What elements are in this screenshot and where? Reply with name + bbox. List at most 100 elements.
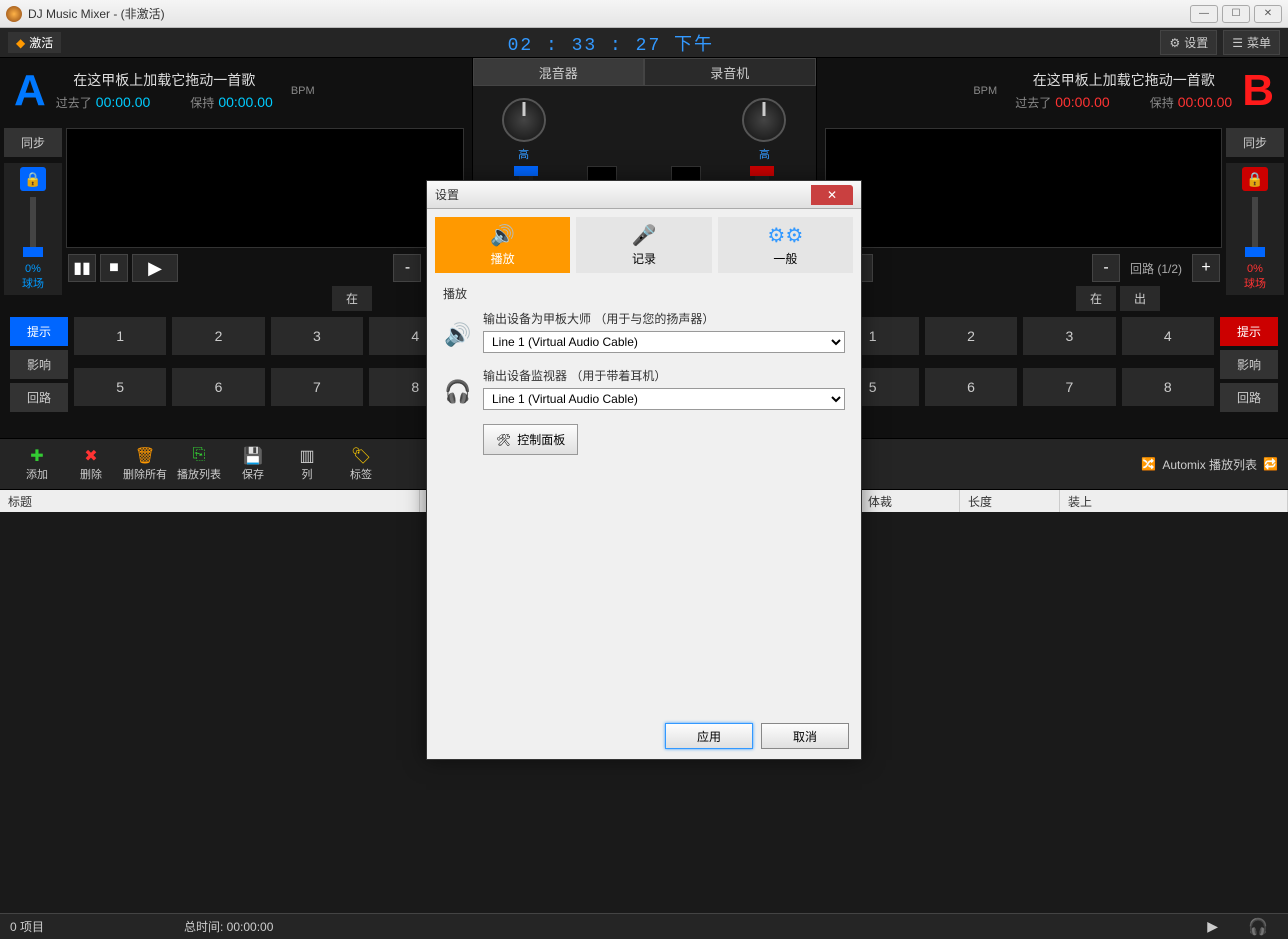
cue-6[interactable]: 6 bbox=[172, 368, 264, 406]
col-length[interactable]: 长度 bbox=[960, 490, 1060, 512]
lock-icon[interactable]: 🔒 bbox=[1242, 167, 1268, 191]
cue-b-4[interactable]: 4 bbox=[1122, 317, 1214, 355]
minimize-button[interactable]: — bbox=[1190, 5, 1218, 23]
deck-b-hint[interactable]: 提示 bbox=[1220, 317, 1278, 346]
add-button[interactable]: ✚添加 bbox=[10, 446, 64, 482]
save-button[interactable]: 💾保存 bbox=[226, 446, 280, 482]
maximize-button[interactable]: ☐ bbox=[1222, 5, 1250, 23]
menu-button[interactable]: ☰ 菜单 bbox=[1223, 30, 1280, 55]
deck-a-waveform[interactable] bbox=[66, 128, 464, 248]
playlist-button[interactable]: ⎘播放列表 bbox=[172, 446, 226, 482]
deck-a-hint[interactable]: 提示 bbox=[10, 317, 68, 346]
automix-button[interactable]: 🔀 Automix 播放列表 🔁 bbox=[1141, 456, 1278, 473]
deck-a-loop-minus[interactable]: - bbox=[393, 254, 421, 282]
deck-a-elapsed: 00:00.00 bbox=[96, 94, 151, 110]
clock-display: 02 : 33 : 27 下午 bbox=[61, 30, 1160, 56]
activate-button[interactable]: ◆ 激活 bbox=[8, 32, 61, 53]
apply-button[interactable]: 应用 bbox=[665, 723, 753, 749]
cue-b-8[interactable]: 8 bbox=[1122, 368, 1214, 406]
deck-a-fx[interactable]: 影响 bbox=[10, 350, 68, 379]
col-genre[interactable]: 体裁 bbox=[860, 490, 960, 512]
deck-a-remain: 00:00.00 bbox=[218, 94, 273, 110]
status-play[interactable]: ▶ bbox=[1187, 918, 1238, 935]
deck-b-loop-minus[interactable]: - bbox=[1092, 254, 1120, 282]
mixer-tab[interactable]: 混音器 bbox=[473, 58, 645, 86]
headphones-icon[interactable]: 🎧 bbox=[1238, 917, 1278, 937]
col-title[interactable]: 标题 bbox=[0, 490, 420, 512]
deck-a-play[interactable]: ▶ bbox=[132, 254, 178, 282]
tag-button[interactable]: 🏷标签 bbox=[334, 446, 388, 482]
cue-5[interactable]: 5 bbox=[74, 368, 166, 406]
delete-all-button[interactable]: 🗑删除所有 bbox=[118, 446, 172, 482]
window-titlebar: DJ Music Mixer - (非激活) — ☐ ✕ bbox=[0, 0, 1288, 28]
control-panel-button[interactable]: 🛠 控制面板 bbox=[483, 424, 578, 455]
delete-button[interactable]: ✖删除 bbox=[64, 446, 118, 482]
deck-a-in[interactable]: 在 bbox=[332, 286, 372, 311]
col-load[interactable]: 装上 bbox=[1060, 490, 1288, 512]
tools-icon: 🛠 bbox=[496, 433, 511, 447]
window-title: DJ Music Mixer - (非激活) bbox=[28, 5, 1190, 22]
deck-b-in[interactable]: 在 bbox=[1076, 286, 1116, 311]
deck-a-stop[interactable]: ■ bbox=[100, 254, 128, 282]
speaker-icon: 🔊 bbox=[443, 322, 473, 348]
cue-b-3[interactable]: 3 bbox=[1023, 317, 1115, 355]
menu-icon: ☰ bbox=[1232, 36, 1243, 50]
deck-a: A 在这甲板上加载它拖动一首歌 过去了00:00.00 保持00:00.00 B… bbox=[0, 58, 472, 438]
deck-b-pitch-slider[interactable] bbox=[1252, 197, 1258, 257]
list-icon: ⎘ bbox=[172, 446, 226, 466]
deck-a-bpm: BPM bbox=[291, 85, 315, 97]
settings-dialog: 设置 ✕ 🔊 播放 🎤 记录 ⚙⚙ 一般 播放 🔊 输出设备为甲板大师 （用于与… bbox=[426, 180, 862, 760]
deck-b-loop-plus[interactable]: + bbox=[1192, 254, 1220, 282]
x-icon: ✖ bbox=[64, 446, 118, 466]
deck-b-waveform[interactable] bbox=[825, 128, 1223, 248]
close-button[interactable]: ✕ bbox=[1254, 5, 1282, 23]
shield-icon: ◆ bbox=[16, 36, 25, 50]
cue-2[interactable]: 2 bbox=[172, 317, 264, 355]
repeat-icon: 🔁 bbox=[1263, 457, 1278, 471]
item-count: 0 项目 bbox=[10, 918, 44, 935]
deck-b-out[interactable]: 出 bbox=[1120, 286, 1160, 311]
deck-b-sync[interactable]: 同步 bbox=[1226, 128, 1284, 157]
monitor-device-select[interactable]: Line 1 (Virtual Audio Cable) bbox=[483, 388, 845, 410]
top-toolbar: ◆ 激活 02 : 33 : 27 下午 ⚙ 设置 ☰ 菜单 bbox=[0, 28, 1288, 58]
tab-general[interactable]: ⚙⚙ 一般 bbox=[718, 217, 853, 273]
deck-b-letter: B bbox=[1242, 66, 1274, 116]
cue-b-2[interactable]: 2 bbox=[925, 317, 1017, 355]
eq-high-a[interactable] bbox=[502, 98, 546, 142]
deck-b-remain: 00:00.00 bbox=[1178, 94, 1233, 110]
deck-b-loop-tab[interactable]: 回路 bbox=[1220, 383, 1278, 412]
tab-playback[interactable]: 🔊 播放 bbox=[435, 217, 570, 273]
recorder-tab[interactable]: 录音机 bbox=[644, 58, 816, 86]
deck-a-title: 在这甲板上加载它拖动一首歌 bbox=[56, 70, 273, 90]
cue-3[interactable]: 3 bbox=[271, 317, 363, 355]
total-time: 总时间: 00:00:00 bbox=[184, 918, 273, 935]
tab-record[interactable]: 🎤 记录 bbox=[576, 217, 711, 273]
dialog-titlebar[interactable]: 设置 ✕ bbox=[427, 181, 861, 209]
deck-a-pause[interactable]: ▮▮ bbox=[68, 254, 96, 282]
settings-button[interactable]: ⚙ 设置 bbox=[1160, 30, 1217, 55]
status-bar: 0 项目 总时间: 00:00:00 ▶ 🎧 bbox=[0, 913, 1288, 939]
columns-button[interactable]: ▥列 bbox=[280, 446, 334, 482]
cue-1[interactable]: 1 bbox=[74, 317, 166, 355]
deck-b-fx[interactable]: 影响 bbox=[1220, 350, 1278, 379]
deck-a-sync[interactable]: 同步 bbox=[4, 128, 62, 157]
save-icon: 💾 bbox=[226, 446, 280, 466]
cue-b-7[interactable]: 7 bbox=[1023, 368, 1115, 406]
headphones-icon: 🎧 bbox=[443, 379, 473, 405]
lock-icon[interactable]: 🔒 bbox=[20, 167, 46, 191]
monitor-device-label: 输出设备监视器 （用于带着耳机） bbox=[483, 367, 845, 384]
app-icon bbox=[6, 6, 22, 22]
shuffle-icon: 🔀 bbox=[1141, 457, 1156, 471]
deck-b-bpm: BPM bbox=[973, 85, 997, 97]
master-device-select[interactable]: Line 1 (Virtual Audio Cable) bbox=[483, 331, 845, 353]
deck-a-loop-tab[interactable]: 回路 bbox=[10, 383, 68, 412]
cue-7[interactable]: 7 bbox=[271, 368, 363, 406]
deck-a-pitch-slider[interactable] bbox=[30, 197, 36, 257]
cue-b-6[interactable]: 6 bbox=[925, 368, 1017, 406]
cancel-button[interactable]: 取消 bbox=[761, 723, 849, 749]
dialog-close-button[interactable]: ✕ bbox=[811, 185, 853, 205]
deck-b-title: 在这甲板上加载它拖动一首歌 bbox=[1015, 70, 1232, 90]
tag-icon: 🏷 bbox=[334, 446, 388, 466]
deck-a-letter: A bbox=[14, 66, 46, 116]
eq-high-b[interactable] bbox=[742, 98, 786, 142]
